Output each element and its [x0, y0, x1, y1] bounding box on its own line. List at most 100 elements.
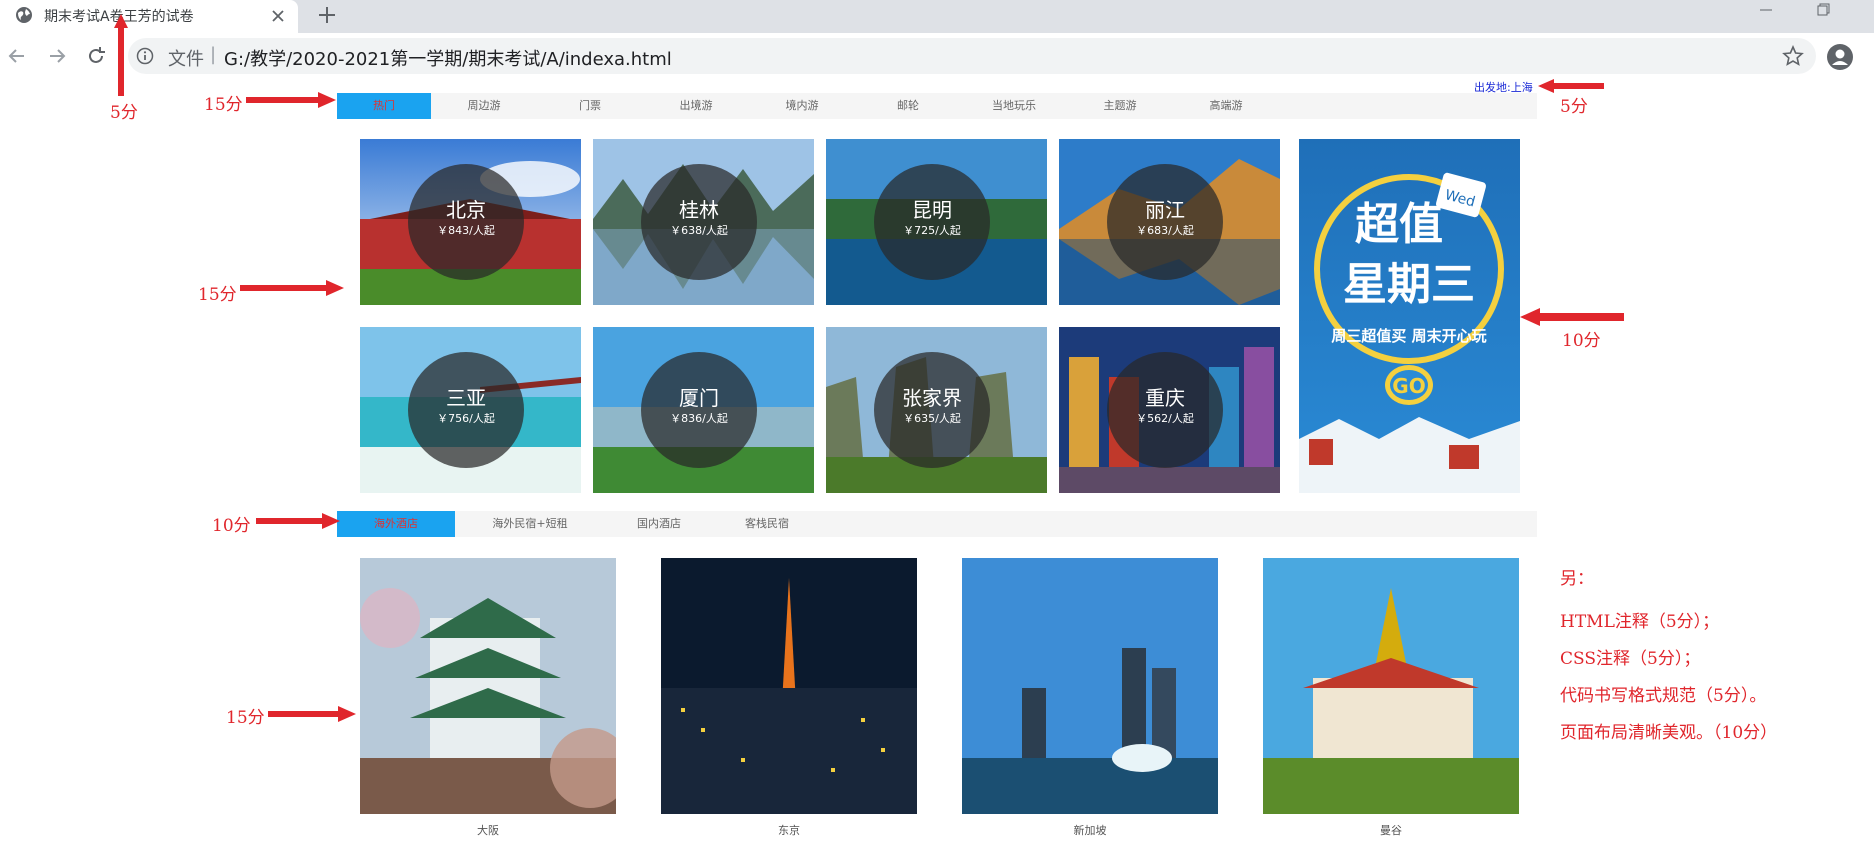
notes-line: 代码书写格式规范（5分）。	[1560, 686, 1767, 706]
destination-overlay: 三亚 ￥756/人起	[408, 352, 524, 468]
annotation-arrow	[1538, 79, 1604, 93]
grading-notes: 另： HTML注释（5分）； CSS注释（5分）； 代码书写格式规范（5分）。 …	[1560, 564, 1777, 755]
nav-item-luxury[interactable]: 高端游	[1173, 93, 1279, 119]
hotel-tab-overseas[interactable]: 海外酒店	[337, 511, 455, 537]
account-avatar-icon[interactable]	[1826, 43, 1854, 71]
annotation-hotel-tab-score: 10分	[212, 516, 251, 536]
destination-city: 北京	[446, 198, 486, 222]
destination-price: ￥843/人起	[437, 224, 495, 237]
reload-icon[interactable]	[85, 45, 107, 67]
address-bar[interactable]: 文件 | G:/教学/2020-2021第一学期/期末考试/A/indexa.h…	[128, 38, 1816, 74]
bookmark-star-icon[interactable]	[1782, 45, 1804, 67]
destination-card-sanya[interactable]: 三亚 ￥756/人起	[360, 327, 581, 493]
notes-line: 页面布局清晰美观。（10分）	[1560, 723, 1778, 743]
tokyo-photo	[661, 558, 917, 814]
hotel-tabs: 海外酒店 海外民宿+短租 国内酒店 客栈民宿	[337, 511, 1537, 537]
close-icon[interactable]	[268, 6, 288, 26]
promo-go-button[interactable]: GO	[1392, 374, 1425, 398]
annotation-arrow	[246, 92, 336, 108]
promo-line1: 超值	[1355, 199, 1443, 250]
destination-card-guilin[interactable]: 桂林 ￥638/人起	[593, 139, 814, 305]
nav-item-outbound[interactable]: 出境游	[643, 93, 749, 119]
promo-graphic: Wed 超值 星期三 周三超值买 周末开心玩 GO	[1299, 139, 1520, 493]
annotation-departure-score: 5分	[1560, 97, 1588, 117]
main-nav: 热门 周边游 门票 出境游 境内游 邮轮 当地玩乐 主题游 高端游	[337, 93, 1537, 119]
hotel-caption-osaka: 大阪	[477, 824, 499, 837]
destination-city: 厦门	[679, 386, 719, 410]
nav-item-domestic[interactable]: 境内游	[749, 93, 855, 119]
notes-title: 另：	[1560, 569, 1594, 589]
minimize-icon[interactable]	[1756, 2, 1776, 18]
nav-item-hot[interactable]: 热门	[337, 93, 431, 119]
hotel-tab-overseas-homestay[interactable]: 海外民宿+短租	[455, 511, 605, 537]
address-separator: |	[210, 44, 217, 65]
destination-overlay: 昆明 ￥725/人起	[874, 164, 990, 280]
annotation-arrow	[114, 14, 128, 96]
hotel-card-tokyo[interactable]	[661, 558, 917, 814]
address-scheme-label: 文件	[168, 49, 204, 70]
annotation-grid-score: 15分	[198, 285, 237, 305]
destination-city: 张家界	[902, 386, 962, 410]
destination-overlay: 桂林 ￥638/人起	[641, 164, 757, 280]
new-tab-icon[interactable]	[314, 2, 340, 28]
destination-card-lijiang[interactable]: 丽江 ￥683/人起	[1059, 139, 1280, 305]
annotation-promo-score: 10分	[1562, 331, 1601, 351]
hotel-tab-inn[interactable]: 客栈民宿	[713, 511, 821, 537]
destination-city: 桂林	[679, 198, 719, 222]
annotation-arrow	[256, 513, 340, 529]
annotation-hotel-score: 15分	[226, 708, 265, 728]
destination-price: ￥562/人起	[1136, 412, 1194, 425]
hotel-card-bangkok[interactable]	[1263, 558, 1519, 814]
annotation-tab-score: 5分	[110, 103, 138, 123]
annotation-arrow	[1520, 308, 1624, 326]
destination-price: ￥836/人起	[670, 412, 728, 425]
destination-overlay: 张家界 ￥635/人起	[874, 352, 990, 468]
destination-overlay: 重庆 ￥562/人起	[1107, 352, 1223, 468]
destination-price: ￥683/人起	[1136, 224, 1194, 237]
restore-icon[interactable]	[1813, 2, 1833, 18]
promo-banner[interactable]: Wed 超值 星期三 周三超值买 周末开心玩 GO	[1299, 139, 1520, 493]
destination-price: ￥635/人起	[903, 412, 961, 425]
nav-item-local[interactable]: 当地玩乐	[961, 93, 1067, 119]
browser-tab[interactable]: 期末考试A卷王芳的试卷	[0, 0, 298, 33]
page-content: 出发地:上海 热门 周边游 门票 出境游 境内游 邮轮 当地玩乐 主题游 高端游…	[0, 79, 1874, 850]
info-icon[interactable]	[136, 47, 154, 65]
destination-card-beijing[interactable]: 北京 ￥843/人起	[360, 139, 581, 305]
promo-slogan: 周三超值买 周末开心玩	[1331, 327, 1486, 345]
destination-overlay: 丽江 ￥683/人起	[1107, 164, 1223, 280]
destination-price: ￥756/人起	[437, 412, 495, 425]
back-icon[interactable]	[6, 45, 28, 67]
forward-icon[interactable]	[46, 45, 68, 67]
destination-price: ￥725/人起	[903, 224, 961, 237]
destination-card-zhangjiajie[interactable]: 张家界 ￥635/人起	[826, 327, 1047, 493]
hotel-caption-singapore: 新加坡	[1073, 824, 1107, 837]
promo-line2: 星期三	[1343, 259, 1475, 310]
nav-item-cruise[interactable]: 邮轮	[855, 93, 961, 119]
hotel-caption-tokyo: 东京	[778, 824, 800, 837]
destination-city: 三亚	[446, 386, 486, 410]
browser-toolbar: 文件 | G:/教学/2020-2021第一学期/期末考试/A/indexa.h…	[0, 33, 1874, 79]
notes-line: HTML注释（5分）；	[1560, 612, 1720, 632]
hotel-caption-bangkok: 曼谷	[1380, 824, 1402, 837]
hotel-card-singapore[interactable]	[962, 558, 1218, 814]
address-url[interactable]: G:/教学/2020-2021第一学期/期末考试/A/indexa.html	[224, 45, 672, 71]
destination-card-kunming[interactable]: 昆明 ￥725/人起	[826, 139, 1047, 305]
hotel-card-osaka[interactable]	[360, 558, 616, 814]
destination-card-xiamen[interactable]: 厦门 ￥836/人起	[593, 327, 814, 493]
destination-city: 昆明	[912, 198, 952, 222]
destination-price: ￥638/人起	[670, 224, 728, 237]
nav-item-theme[interactable]: 主题游	[1067, 93, 1173, 119]
nav-item-nearby[interactable]: 周边游	[431, 93, 537, 119]
annotation-arrow	[268, 706, 356, 722]
annotation-arrow	[240, 280, 344, 296]
nav-item-tickets[interactable]: 门票	[537, 93, 643, 119]
destination-card-chongqing[interactable]: 重庆 ￥562/人起	[1059, 327, 1280, 493]
destination-overlay: 厦门 ￥836/人起	[641, 352, 757, 468]
destination-overlay: 北京 ￥843/人起	[408, 164, 524, 280]
singapore-photo	[962, 558, 1218, 814]
hotel-tab-domestic[interactable]: 国内酒店	[605, 511, 713, 537]
destination-city: 重庆	[1145, 386, 1185, 410]
destination-city: 丽江	[1145, 198, 1185, 222]
bangkok-photo	[1263, 558, 1519, 814]
annotation-nav-score: 15分	[204, 95, 243, 115]
